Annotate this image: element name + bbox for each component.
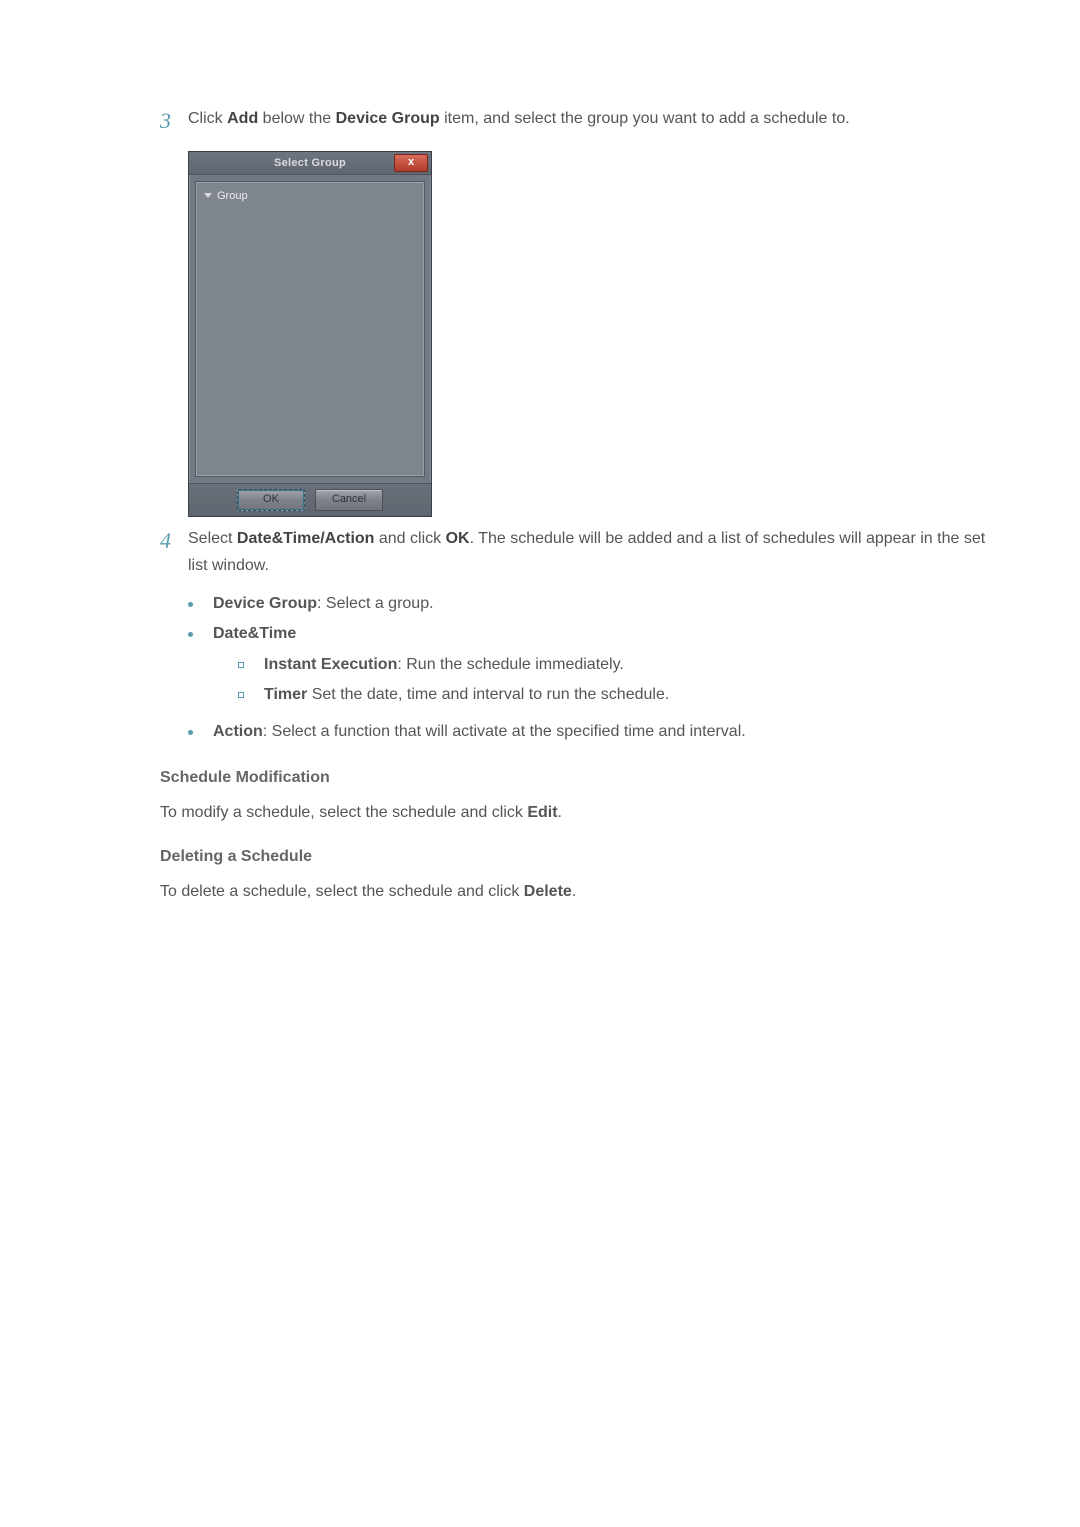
text: : Run the schedule immediately. xyxy=(397,656,623,673)
schedule-modification-heading: Schedule Modification xyxy=(160,769,1000,787)
list-item: Instant Execution: Run the schedule imme… xyxy=(238,650,1000,680)
step-4-list-cont: Action: Select a function that will acti… xyxy=(188,717,1000,747)
list-item-text: Date&Time xyxy=(213,619,296,649)
text: : Select a group. xyxy=(317,595,434,612)
list-item: Device Group: Select a group. xyxy=(188,589,1000,619)
bullet-icon xyxy=(188,632,193,637)
bold: Delete xyxy=(524,883,572,900)
date-time-sublist: Instant Execution: Run the schedule imme… xyxy=(238,650,1000,711)
button-label: OK xyxy=(263,493,279,505)
text: . xyxy=(558,804,562,821)
text: below the xyxy=(258,110,335,127)
text: : Select a function that will activate a… xyxy=(263,723,746,740)
tree-item-label: Group xyxy=(217,190,248,202)
close-icon: x xyxy=(408,157,414,168)
square-bullet-icon xyxy=(238,662,244,668)
bold: Date&Time/Action xyxy=(237,530,375,547)
group-tree[interactable]: Group xyxy=(195,181,425,477)
bold: Device Group xyxy=(213,595,317,612)
cancel-button[interactable]: Cancel xyxy=(315,489,383,511)
bold: Instant Execution xyxy=(264,656,397,673)
dialog-footer: OK Cancel xyxy=(189,483,431,516)
step-4: 4 Select Date&Time/Action and click OK. … xyxy=(160,525,1000,579)
text: Set the date, time and interval to run t… xyxy=(307,686,669,703)
step-number: 3 xyxy=(160,105,188,136)
close-button[interactable]: x xyxy=(394,154,428,172)
button-label: Cancel xyxy=(332,493,366,505)
text: . xyxy=(572,883,576,900)
bullet-icon xyxy=(188,730,193,735)
step-3: 3 Click Add below the Device Group item,… xyxy=(160,105,1000,136)
text: Select xyxy=(188,530,237,547)
list-item-text: Action: Select a function that will acti… xyxy=(213,717,746,747)
bold: Device Group xyxy=(336,110,440,127)
ok-button[interactable]: OK xyxy=(237,489,305,511)
deleting-schedule-heading: Deleting a Schedule xyxy=(160,848,1000,866)
text: and click xyxy=(374,530,445,547)
text: To modify a schedule, select the schedul… xyxy=(160,804,527,821)
square-bullet-icon xyxy=(238,692,244,698)
bold: OK xyxy=(446,530,470,547)
step-4-list: Device Group: Select a group. Date&Time xyxy=(188,589,1000,650)
bold: Date&Time xyxy=(213,625,296,642)
select-group-dialog-figure: Select Group x Group OK Cancel xyxy=(188,151,432,517)
chevron-down-icon xyxy=(204,193,212,198)
bullet-icon xyxy=(188,602,193,607)
bold: Add xyxy=(227,110,258,127)
dialog-body: Group xyxy=(189,175,431,483)
list-item-text: Instant Execution: Run the schedule imme… xyxy=(264,650,624,680)
schedule-modification-text: To modify a schedule, select the schedul… xyxy=(160,799,1000,826)
text: item, and select the group you want to a… xyxy=(440,110,850,127)
list-item-text: Timer Set the date, time and interval to… xyxy=(264,680,669,710)
step-number: 4 xyxy=(160,525,188,556)
dialog-title: Select Group xyxy=(274,157,346,169)
list-item-text: Device Group: Select a group. xyxy=(213,589,434,619)
tree-item-group[interactable]: Group xyxy=(202,188,418,202)
text: To delete a schedule, select the schedul… xyxy=(160,883,524,900)
select-group-dialog: Select Group x Group OK Cancel xyxy=(188,151,432,517)
bold: Timer xyxy=(264,686,307,703)
document-page: 3 Click Add below the Device Group item,… xyxy=(0,0,1080,905)
dialog-titlebar: Select Group x xyxy=(189,152,431,175)
bold: Edit xyxy=(527,804,557,821)
list-item: Date&Time xyxy=(188,619,1000,649)
step-3-text: Click Add below the Device Group item, a… xyxy=(188,105,1000,132)
deleting-schedule-text: To delete a schedule, select the schedul… xyxy=(160,878,1000,905)
text: Click xyxy=(188,110,227,127)
list-item: Action: Select a function that will acti… xyxy=(188,717,1000,747)
bold: Action xyxy=(213,723,263,740)
list-item: Timer Set the date, time and interval to… xyxy=(238,680,1000,710)
step-4-text: Select Date&Time/Action and click OK. Th… xyxy=(188,525,1000,579)
